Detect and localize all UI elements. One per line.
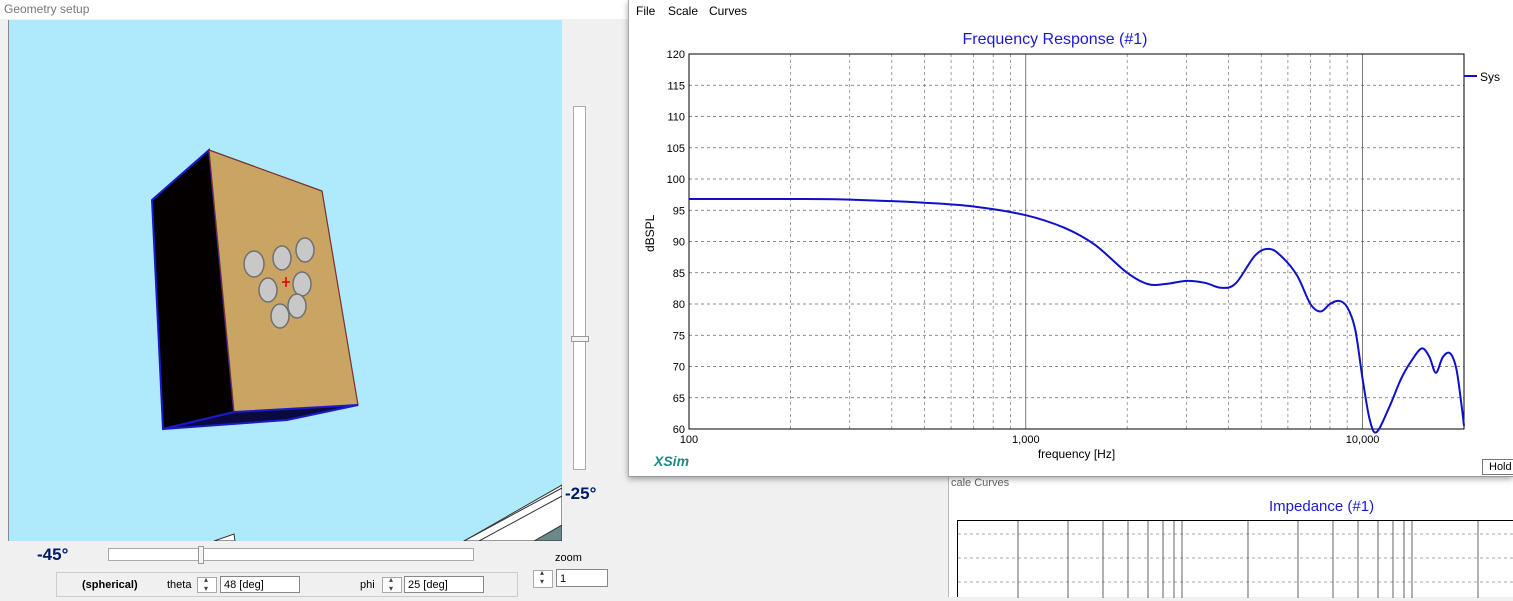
y-tick-label: 75: [673, 330, 685, 342]
driver-2: [272, 245, 292, 271]
elevation-slider[interactable]: [573, 106, 586, 470]
chart-ticks: 6065707580859095100105110115120100 1,000 1…: [667, 49, 1380, 446]
driver-4: [258, 277, 278, 303]
impedance-chart-title: Impedance (#1): [1269, 498, 1375, 515]
phi-input[interactable]: 25 [deg]: [404, 576, 484, 593]
driver-1: [243, 250, 265, 278]
driver-5: [292, 271, 312, 297]
cabinet-front-face: [208, 149, 359, 413]
theta-label: theta: [167, 579, 192, 591]
impedance-grid: [958, 521, 1513, 598]
y-tick-label: 110: [667, 112, 685, 124]
driver-7: [270, 303, 290, 329]
azimuth-angle-readout: -45°: [37, 545, 69, 564]
x-tick-label: 1,000: [1012, 434, 1040, 446]
3d-viewport[interactable]: [8, 20, 562, 541]
geometry-setup-window: Geometry setup -25° -45° zoom ▴ ▾ 1 (sph…: [0, 0, 628, 597]
zoom-input[interactable]: 1: [556, 569, 608, 587]
xsim-logo: XSim: [654, 453, 690, 469]
y-tick-label: 80: [673, 299, 685, 311]
theta-input[interactable]: 48 [deg]: [220, 576, 300, 593]
theta-spinner[interactable]: [197, 575, 217, 593]
y-tick-label: 95: [673, 205, 685, 217]
y-tick-label: 85: [673, 268, 685, 280]
y-tick-label: 115: [667, 80, 685, 92]
y-tick-label: 65: [673, 393, 685, 405]
y-tick-label: 120: [667, 49, 685, 61]
y-tick-label: 100: [667, 174, 685, 186]
x-tick-label: 100: [680, 434, 698, 446]
y-axis-label: dBSPL: [643, 214, 657, 252]
x-axis-label: frequency [Hz]: [1037, 447, 1116, 461]
y-tick-label: 90: [673, 237, 685, 249]
driver-6: [287, 293, 307, 319]
chart-grid: [689, 54, 1464, 429]
impedance-window: cale Curves Impedance (#1): [948, 476, 1513, 598]
x-tick-label: 10,000: [1346, 434, 1380, 446]
window-title: Geometry setup: [0, 0, 628, 19]
y-tick-label: 105: [667, 143, 685, 155]
elevation-angle-readout: -25°: [565, 484, 597, 503]
zoom-label: zoom: [555, 552, 582, 564]
frequency-response-chart: 6065707580859095100105110115120100 1,000 1…: [667, 49, 1465, 446]
phi-label: phi: [360, 579, 375, 591]
frequency-response-window: File Scale Curves Frequency Response (#1…: [628, 0, 1513, 477]
azimuth-slider-thumb[interactable]: [198, 546, 204, 564]
legend-swatch-sys: [1464, 75, 1477, 77]
hold-button[interactable]: Hold: [1482, 459, 1513, 475]
phi-spinner[interactable]: [382, 575, 402, 593]
impedance-menu-bar[interactable]: cale Curves: [949, 476, 1513, 492]
driver-3: [295, 237, 315, 263]
impedance-plot-area: [957, 520, 1513, 598]
floor-edge: [213, 484, 562, 541]
coordinate-mode-label: (spherical): [82, 579, 138, 591]
zoom-spinner[interactable]: [533, 568, 553, 588]
cabinet-rendering: [150, 147, 562, 541]
legend-label-sys: Sys: [1480, 70, 1501, 84]
elevation-slider-thumb[interactable]: [571, 336, 589, 342]
y-tick-label: 70: [673, 362, 685, 374]
azimuth-slider[interactable]: [108, 548, 474, 561]
